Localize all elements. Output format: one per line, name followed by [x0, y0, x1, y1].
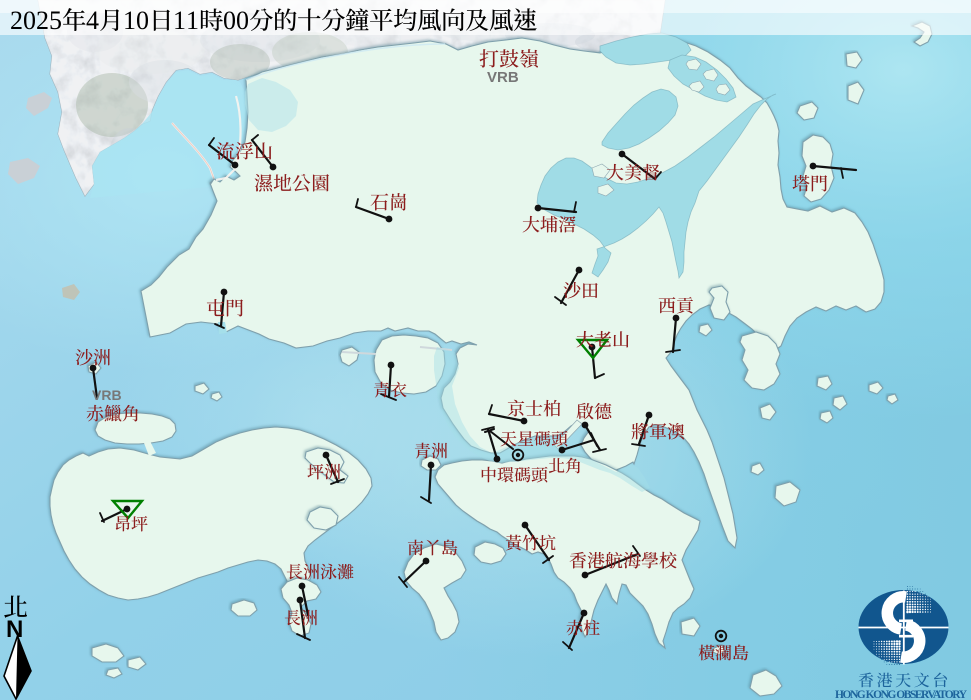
svg-text:VRB: VRB	[92, 387, 122, 403]
svg-text:HONG KONG OBSERVATORY: HONG KONG OBSERVATORY	[835, 689, 968, 700]
svg-text:1: 1	[186, 6, 199, 35]
svg-text:4: 4	[86, 6, 99, 35]
svg-text:1: 1	[123, 6, 136, 35]
svg-text:2: 2	[36, 6, 49, 35]
svg-text:5: 5	[49, 6, 62, 35]
svg-text:0: 0	[23, 6, 36, 35]
svg-text:2: 2	[10, 6, 23, 35]
svg-text:0: 0	[236, 6, 249, 35]
svg-text:1: 1	[173, 6, 186, 35]
svg-text:0: 0	[223, 6, 236, 35]
svg-text:VRB: VRB	[487, 69, 519, 86]
svg-text:0: 0	[136, 6, 149, 35]
svg-text:N: N	[6, 616, 23, 643]
